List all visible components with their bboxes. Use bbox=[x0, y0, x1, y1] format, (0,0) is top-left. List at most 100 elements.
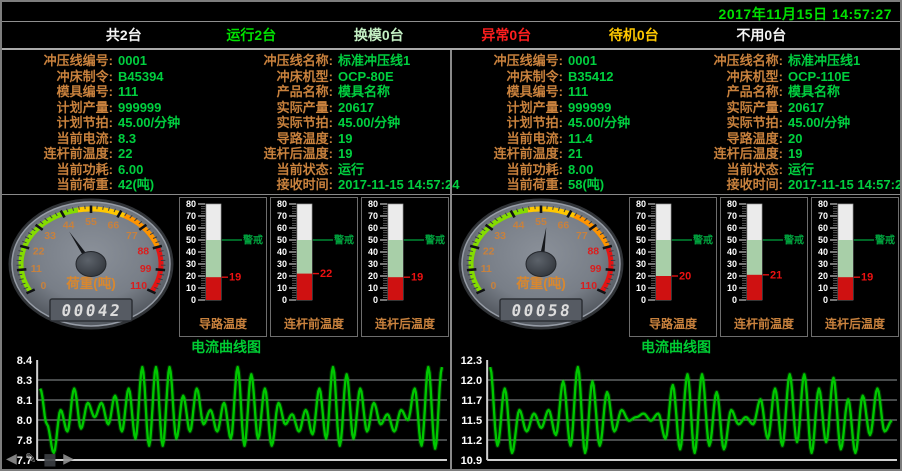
status-item: 异常0台 bbox=[443, 25, 571, 45]
info-label: 实际节拍: bbox=[670, 115, 788, 130]
gauge-tick-label: 33 bbox=[44, 230, 56, 242]
gauge-tick-label: 33 bbox=[494, 230, 506, 242]
chart-ytick-label: 11.7 bbox=[461, 395, 482, 407]
press-line-panel-2: 冲压线编号:0001冲压线名称:标准冲压线1冲床制令:B35412冲床机型:OC… bbox=[450, 50, 900, 470]
thermo-tick-label: 20 bbox=[186, 271, 196, 281]
info-label: 计划节拍: bbox=[458, 115, 568, 130]
thermometer-group: 01020304050607080警戒20导路温度010203040506070… bbox=[629, 197, 899, 337]
thermo-tick-label: 30 bbox=[368, 259, 378, 269]
thermo-value: 22 bbox=[320, 268, 332, 280]
info-label: 计划产量: bbox=[8, 100, 118, 115]
chart-ytick-label: 10.9 bbox=[461, 455, 483, 467]
thermo-tick-label: 70 bbox=[636, 211, 646, 221]
thermo-tick-label: 0 bbox=[732, 295, 737, 305]
thermo-fill bbox=[206, 277, 221, 300]
info-value: 运行 bbox=[338, 162, 459, 177]
info-value: 6.00 bbox=[118, 162, 220, 177]
info-value: 20 bbox=[788, 131, 902, 146]
info-value: 999999 bbox=[568, 100, 670, 115]
status-item: 共2台 bbox=[60, 25, 188, 45]
gauge-tick-label: 22 bbox=[33, 245, 45, 257]
thermo-tick-label: 60 bbox=[368, 223, 378, 233]
thermo-tick-label: 60 bbox=[636, 223, 646, 233]
info-value: 8.00 bbox=[568, 162, 670, 177]
info-label: 当前功耗: bbox=[458, 162, 568, 177]
chart-title: 电流曲线图 bbox=[2, 339, 450, 356]
thermo-tick-label: 30 bbox=[186, 259, 196, 269]
info-value: 111 bbox=[118, 84, 220, 99]
nav-overlay: ◀ ✎ ▆ ▶ bbox=[6, 451, 74, 465]
info-value: 20617 bbox=[788, 100, 902, 115]
thermo-tick-label: 10 bbox=[727, 283, 737, 293]
info-grid: 冲压线编号:0001冲压线名称:标准冲压线1冲床制令:B35412冲床机型:OC… bbox=[452, 50, 900, 195]
gauge-unit-label: 荷重(吨) bbox=[65, 275, 116, 291]
thermo-tick-label: 10 bbox=[277, 283, 287, 293]
thermo-tick-label: 80 bbox=[186, 199, 196, 209]
chart-ytick-label: 7.8 bbox=[17, 435, 32, 447]
datetime-display: 2017年11月15日 14:57:27 bbox=[719, 6, 892, 22]
thermometer: 01020304050607080警戒20导路温度 bbox=[629, 197, 717, 337]
info-value: 标准冲压线1 bbox=[788, 53, 902, 68]
thermo-value: 21 bbox=[770, 269, 782, 281]
load-gauge: 0112233445566778899110荷重(吨)00058 bbox=[455, 198, 627, 336]
thermo-tick-label: 50 bbox=[186, 235, 196, 245]
thermo-tick-label: 50 bbox=[277, 235, 287, 245]
thermo-tick-label: 0 bbox=[823, 295, 828, 305]
gauge-tick-label: 0 bbox=[40, 280, 46, 292]
info-label: 当前电流: bbox=[8, 131, 118, 146]
info-value: 0001 bbox=[568, 53, 670, 68]
thermo-tick-label: 0 bbox=[641, 295, 646, 305]
thermo-fill bbox=[388, 277, 403, 300]
gauge-row: 0112233445566778899110荷重(吨)00042 0102030… bbox=[2, 195, 450, 339]
thermo-tick-label: 30 bbox=[277, 259, 287, 269]
thermo-value: 19 bbox=[861, 272, 873, 284]
thermo-fill bbox=[656, 276, 671, 300]
info-value: 22 bbox=[118, 146, 220, 161]
thermo-tick-label: 0 bbox=[373, 295, 378, 305]
info-label: 接收时间: bbox=[220, 177, 338, 192]
thermo-name-label: 连杆后温度 bbox=[825, 316, 885, 332]
status-item: 换模0台 bbox=[315, 25, 443, 45]
thermometer-graphic: 01020304050607080警戒19 bbox=[812, 198, 898, 316]
edit-pencil-icon[interactable]: ✎ bbox=[25, 451, 37, 465]
info-label: 当前功耗: bbox=[8, 162, 118, 177]
gauge-tick-label: 110 bbox=[130, 280, 147, 292]
thermo-tick-label: 40 bbox=[636, 247, 646, 257]
thermo-tick-label: 70 bbox=[277, 211, 287, 221]
info-label: 产品名称: bbox=[670, 84, 788, 99]
page-icon[interactable]: ▆ bbox=[45, 451, 56, 465]
thermometer-group: 01020304050607080警戒19导路温度010203040506070… bbox=[179, 197, 449, 337]
gauge-tick-label: 66 bbox=[558, 220, 570, 232]
info-label: 冲压线名称: bbox=[220, 53, 338, 68]
hmi-dashboard: 2017年11月15日 14:57:27 共2台运行2台换模0台异常0台待机0台… bbox=[0, 0, 902, 471]
info-label: 当前状态: bbox=[670, 162, 788, 177]
thermometer-graphic: 01020304050607080警戒20 bbox=[630, 198, 716, 316]
info-label: 当前电流: bbox=[458, 131, 568, 146]
forward-arrow-icon[interactable]: ▶ bbox=[63, 451, 74, 465]
info-label: 产品名称: bbox=[220, 84, 338, 99]
thermometer: 01020304050607080警戒21连杆前温度 bbox=[720, 197, 808, 337]
chart-ytick-label: 8.3 bbox=[17, 375, 32, 387]
thermometer: 01020304050607080警戒19连杆后温度 bbox=[811, 197, 899, 337]
chart-ytick-label: 8.1 bbox=[17, 395, 32, 407]
thermo-name-label: 连杆后温度 bbox=[375, 316, 435, 332]
thermo-tick-label: 70 bbox=[727, 211, 737, 221]
gauge-lcd-value: 00058 bbox=[510, 301, 573, 320]
thermo-tick-label: 80 bbox=[368, 199, 378, 209]
gauge-hub bbox=[76, 252, 106, 277]
thermometer: 01020304050607080警戒19导路温度 bbox=[179, 197, 267, 337]
gauge-lcd-value: 00042 bbox=[60, 301, 123, 320]
info-value: 标准冲压线1 bbox=[338, 53, 459, 68]
thermo-warn-label: 警戒 bbox=[333, 234, 354, 247]
thermo-tick-label: 20 bbox=[727, 271, 737, 281]
info-label: 冲压线编号: bbox=[8, 53, 118, 68]
info-value: B45394 bbox=[118, 69, 220, 84]
gauge-tick-label: 66 bbox=[108, 220, 120, 232]
gauge-tick-label: 77 bbox=[126, 230, 138, 242]
chart-ytick-label: 12.0 bbox=[461, 375, 483, 387]
info-value: 111 bbox=[568, 84, 670, 99]
thermometer: 01020304050607080警戒22连杆前温度 bbox=[270, 197, 358, 337]
back-arrow-icon[interactable]: ◀ bbox=[6, 451, 17, 465]
chart-ytick-label: 11.2 bbox=[461, 435, 482, 447]
thermo-tick-label: 40 bbox=[277, 247, 287, 257]
